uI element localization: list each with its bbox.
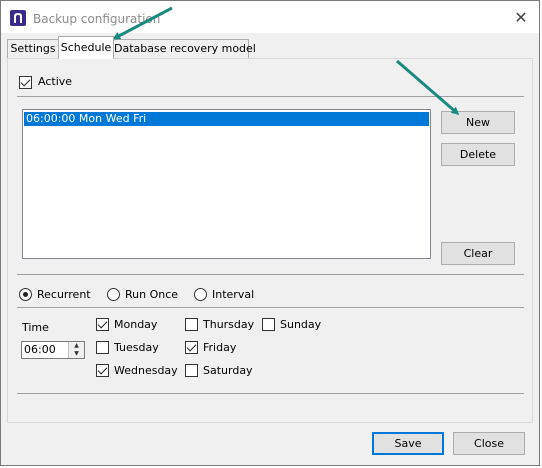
tab-settings[interactable]: Settings: [7, 39, 59, 59]
recurrent-label: Recurrent: [37, 288, 91, 301]
run-once-label: Run Once: [125, 288, 179, 301]
thursday-label: Thursday: [203, 318, 255, 331]
tuesday-checkbox[interactable]: [96, 341, 109, 354]
friday-label: Friday: [203, 341, 237, 354]
monday-label: Monday: [114, 318, 158, 331]
spin-down-icon[interactable]: ▼: [69, 350, 84, 358]
divider: [17, 307, 524, 308]
saturday-label: Saturday: [203, 364, 253, 377]
tab-database-recovery-model[interactable]: Database recovery model: [113, 39, 256, 59]
time-value: 06:00: [24, 343, 56, 356]
list-item[interactable]: 06:00:00 Mon Wed Fri: [24, 112, 429, 126]
wednesday-checkbox[interactable]: [96, 364, 109, 377]
time-label: Time: [22, 321, 49, 334]
divider: [17, 96, 524, 97]
title-bar: Backup configuration ✕: [1, 1, 539, 33]
sunday-label: Sunday: [280, 318, 322, 331]
divider: [17, 393, 524, 394]
divider: [17, 274, 524, 275]
close-button[interactable]: Close: [453, 432, 525, 455]
delete-button[interactable]: Delete: [441, 143, 515, 166]
friday-checkbox[interactable]: [185, 341, 198, 354]
time-input[interactable]: 06:00 ▲ ▼: [21, 341, 85, 359]
active-checkbox[interactable]: [19, 76, 32, 89]
monday-checkbox[interactable]: [96, 318, 109, 331]
time-spinner: ▲ ▼: [68, 342, 84, 358]
recurrent-radio[interactable]: [19, 288, 32, 301]
sunday-checkbox[interactable]: [262, 318, 275, 331]
app-icon: [10, 10, 26, 26]
run-once-radio[interactable]: [107, 288, 120, 301]
spin-up-icon[interactable]: ▲: [69, 342, 84, 350]
thursday-checkbox[interactable]: [185, 318, 198, 331]
interval-radio[interactable]: [194, 288, 207, 301]
active-label: Active: [38, 75, 73, 88]
save-button[interactable]: Save: [372, 432, 444, 455]
close-icon[interactable]: ✕: [512, 9, 530, 27]
interval-label: Interval: [212, 288, 255, 301]
new-button[interactable]: New: [441, 111, 515, 134]
clear-button[interactable]: Clear: [441, 242, 515, 265]
tab-schedule[interactable]: Schedule: [58, 36, 114, 59]
saturday-checkbox[interactable]: [185, 364, 198, 377]
schedule-list[interactable]: 06:00:00 Mon Wed Fri: [22, 109, 431, 259]
tuesday-label: Tuesday: [114, 341, 159, 354]
wednesday-label: Wednesday: [114, 364, 178, 377]
window-title: Backup configuration: [33, 12, 161, 26]
